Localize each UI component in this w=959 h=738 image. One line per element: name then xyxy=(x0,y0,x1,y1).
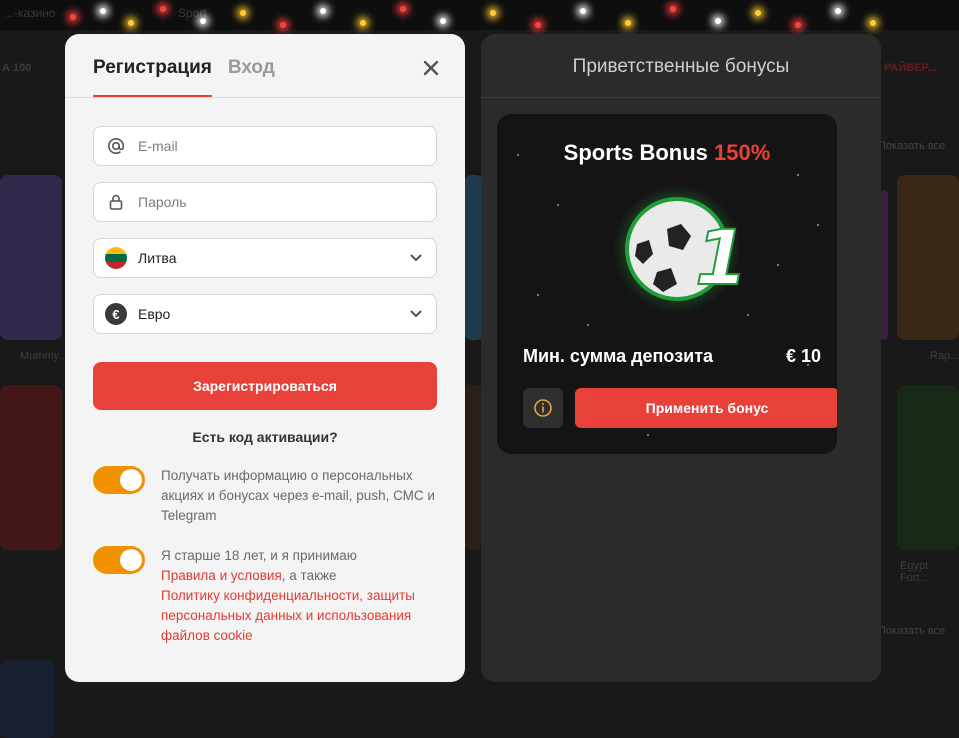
welcome-bonus-panel: Приветственные бонусы Sports Bonus 150% … xyxy=(481,34,881,682)
chevron-down-icon xyxy=(396,309,436,319)
close-icon[interactable] xyxy=(419,56,443,80)
bonus-badge-number: 1 xyxy=(695,213,747,302)
marketing-toggle[interactable] xyxy=(93,466,145,494)
registration-modal: Регистрация Вход Литва € Евро xyxy=(65,34,465,682)
bonus-percent: 150% xyxy=(714,140,771,165)
at-sign-icon xyxy=(94,137,138,155)
soccer-ball-icon: 1 xyxy=(607,184,749,314)
country-select[interactable]: Литва xyxy=(93,238,437,278)
min-deposit-value: € 10 xyxy=(785,346,821,366)
bonus-panel-divider xyxy=(481,97,881,98)
activation-code-link[interactable]: Есть код активации? xyxy=(65,429,465,445)
marketing-option-text: Получать информацию о персональных акция… xyxy=(161,468,435,523)
tab-register[interactable]: Регистрация xyxy=(93,54,212,98)
email-input[interactable] xyxy=(138,138,436,154)
register-button[interactable]: Зарегистрироваться xyxy=(93,362,437,410)
euro-icon: € xyxy=(105,303,127,325)
tab-login[interactable]: Вход xyxy=(228,54,275,98)
email-field xyxy=(93,126,437,166)
password-field xyxy=(93,182,437,222)
privacy-policy-link[interactable]: Политику конфиденциальности, защиты перс… xyxy=(161,588,415,643)
password-input[interactable] xyxy=(138,194,436,210)
chevron-down-icon xyxy=(396,253,436,263)
apply-bonus-button[interactable]: Применить бонус xyxy=(575,388,837,428)
age-terms-text-mid: , а также xyxy=(281,568,337,583)
min-deposit-label: Мин. сумма депозита xyxy=(523,346,714,366)
country-value: Литва xyxy=(138,250,177,266)
lithuania-flag-icon xyxy=(105,247,127,269)
info-icon[interactable] xyxy=(523,388,563,428)
currency-value: Евро xyxy=(138,306,171,322)
bonus-panel-title: Приветственные бонусы xyxy=(572,56,790,77)
age-terms-text-before: Я старше 18 лет, и я принимаю xyxy=(161,548,357,563)
age-terms-text: Я старше 18 лет, и я принимаю Правила и у… xyxy=(161,546,441,646)
terms-link[interactable]: Правила и условия xyxy=(161,568,282,583)
age-terms-toggle[interactable] xyxy=(93,546,145,574)
modal-tabs: Регистрация Вход xyxy=(93,54,275,98)
bonus-name: Sports Bonus xyxy=(563,140,708,165)
currency-select[interactable]: € Евро xyxy=(93,294,437,334)
lock-icon xyxy=(94,193,138,211)
bonus-card: Sports Bonus 150% 1 Мин. сумма депозита … xyxy=(497,114,837,454)
tabs-divider xyxy=(65,97,465,98)
bonus-card-title: Sports Bonus 150% xyxy=(497,140,837,166)
